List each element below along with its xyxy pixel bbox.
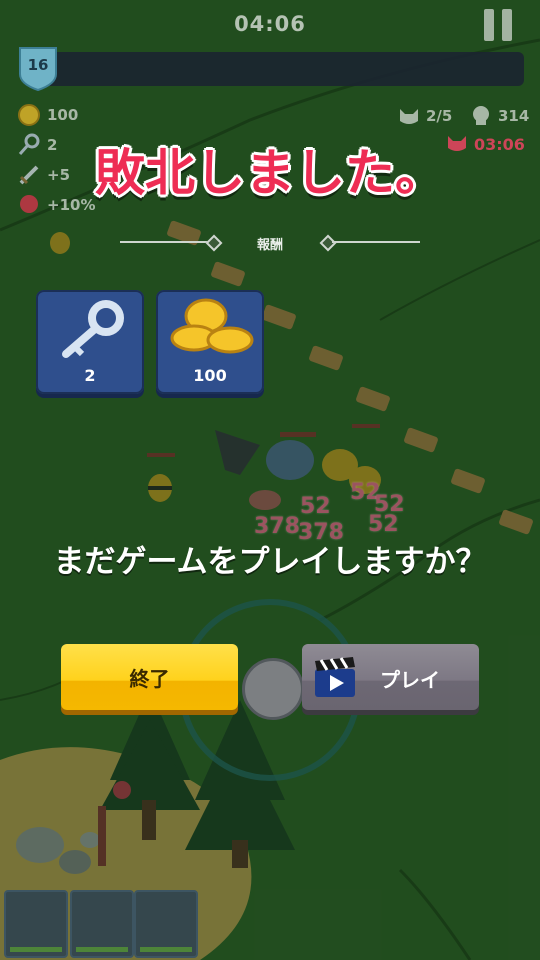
end-button-label: 終了 <box>129 666 170 691</box>
reward-key-amount: 2 <box>84 366 96 385</box>
reward-label: 報酬 <box>256 238 283 253</box>
ability-slot <box>134 890 198 958</box>
reward-card-key: 2 <box>36 290 144 394</box>
reward-divider: 報酬 <box>120 234 420 253</box>
ability-slot <box>4 890 68 958</box>
joystick-knob[interactable] <box>242 658 304 720</box>
enemy-progress-stat: 2/5 <box>398 104 452 128</box>
defeat-title: 敗北しました。 <box>95 144 445 202</box>
ability-slot <box>70 890 134 958</box>
experience-bar <box>40 52 524 86</box>
end-button[interactable]: 終了 <box>61 644 238 710</box>
continue-question: まだゲームをプレイしますか？ <box>53 544 487 580</box>
play-button-label: プレイ <box>380 668 440 692</box>
kill-count: 314 <box>498 107 530 125</box>
coin-stat: 100 <box>17 102 78 128</box>
coin-icon <box>17 103 41 127</box>
level-badge: 16 <box>17 44 59 92</box>
key-icon <box>62 300 124 358</box>
video-clapper-icon <box>315 657 355 697</box>
play-ad-button[interactable]: プレイ <box>302 644 479 710</box>
coin-stack-icon <box>170 298 254 354</box>
damage-number: 378 <box>254 514 300 539</box>
damage-number: 52 <box>368 512 399 537</box>
reward-card-coins: 100 <box>156 290 264 394</box>
enemy-progress: 2/5 <box>426 107 453 125</box>
kill-stat: 314 <box>470 104 529 128</box>
level-number: 16 <box>27 56 49 74</box>
damage-number: 52 <box>300 494 331 519</box>
skull-icon <box>470 105 492 127</box>
reward-coin-amount: 100 <box>193 366 227 385</box>
match-timer: 04:06 <box>234 12 306 36</box>
monster-icon <box>398 105 420 127</box>
coin-count: 100 <box>47 106 79 124</box>
pause-icon[interactable] <box>484 9 514 41</box>
